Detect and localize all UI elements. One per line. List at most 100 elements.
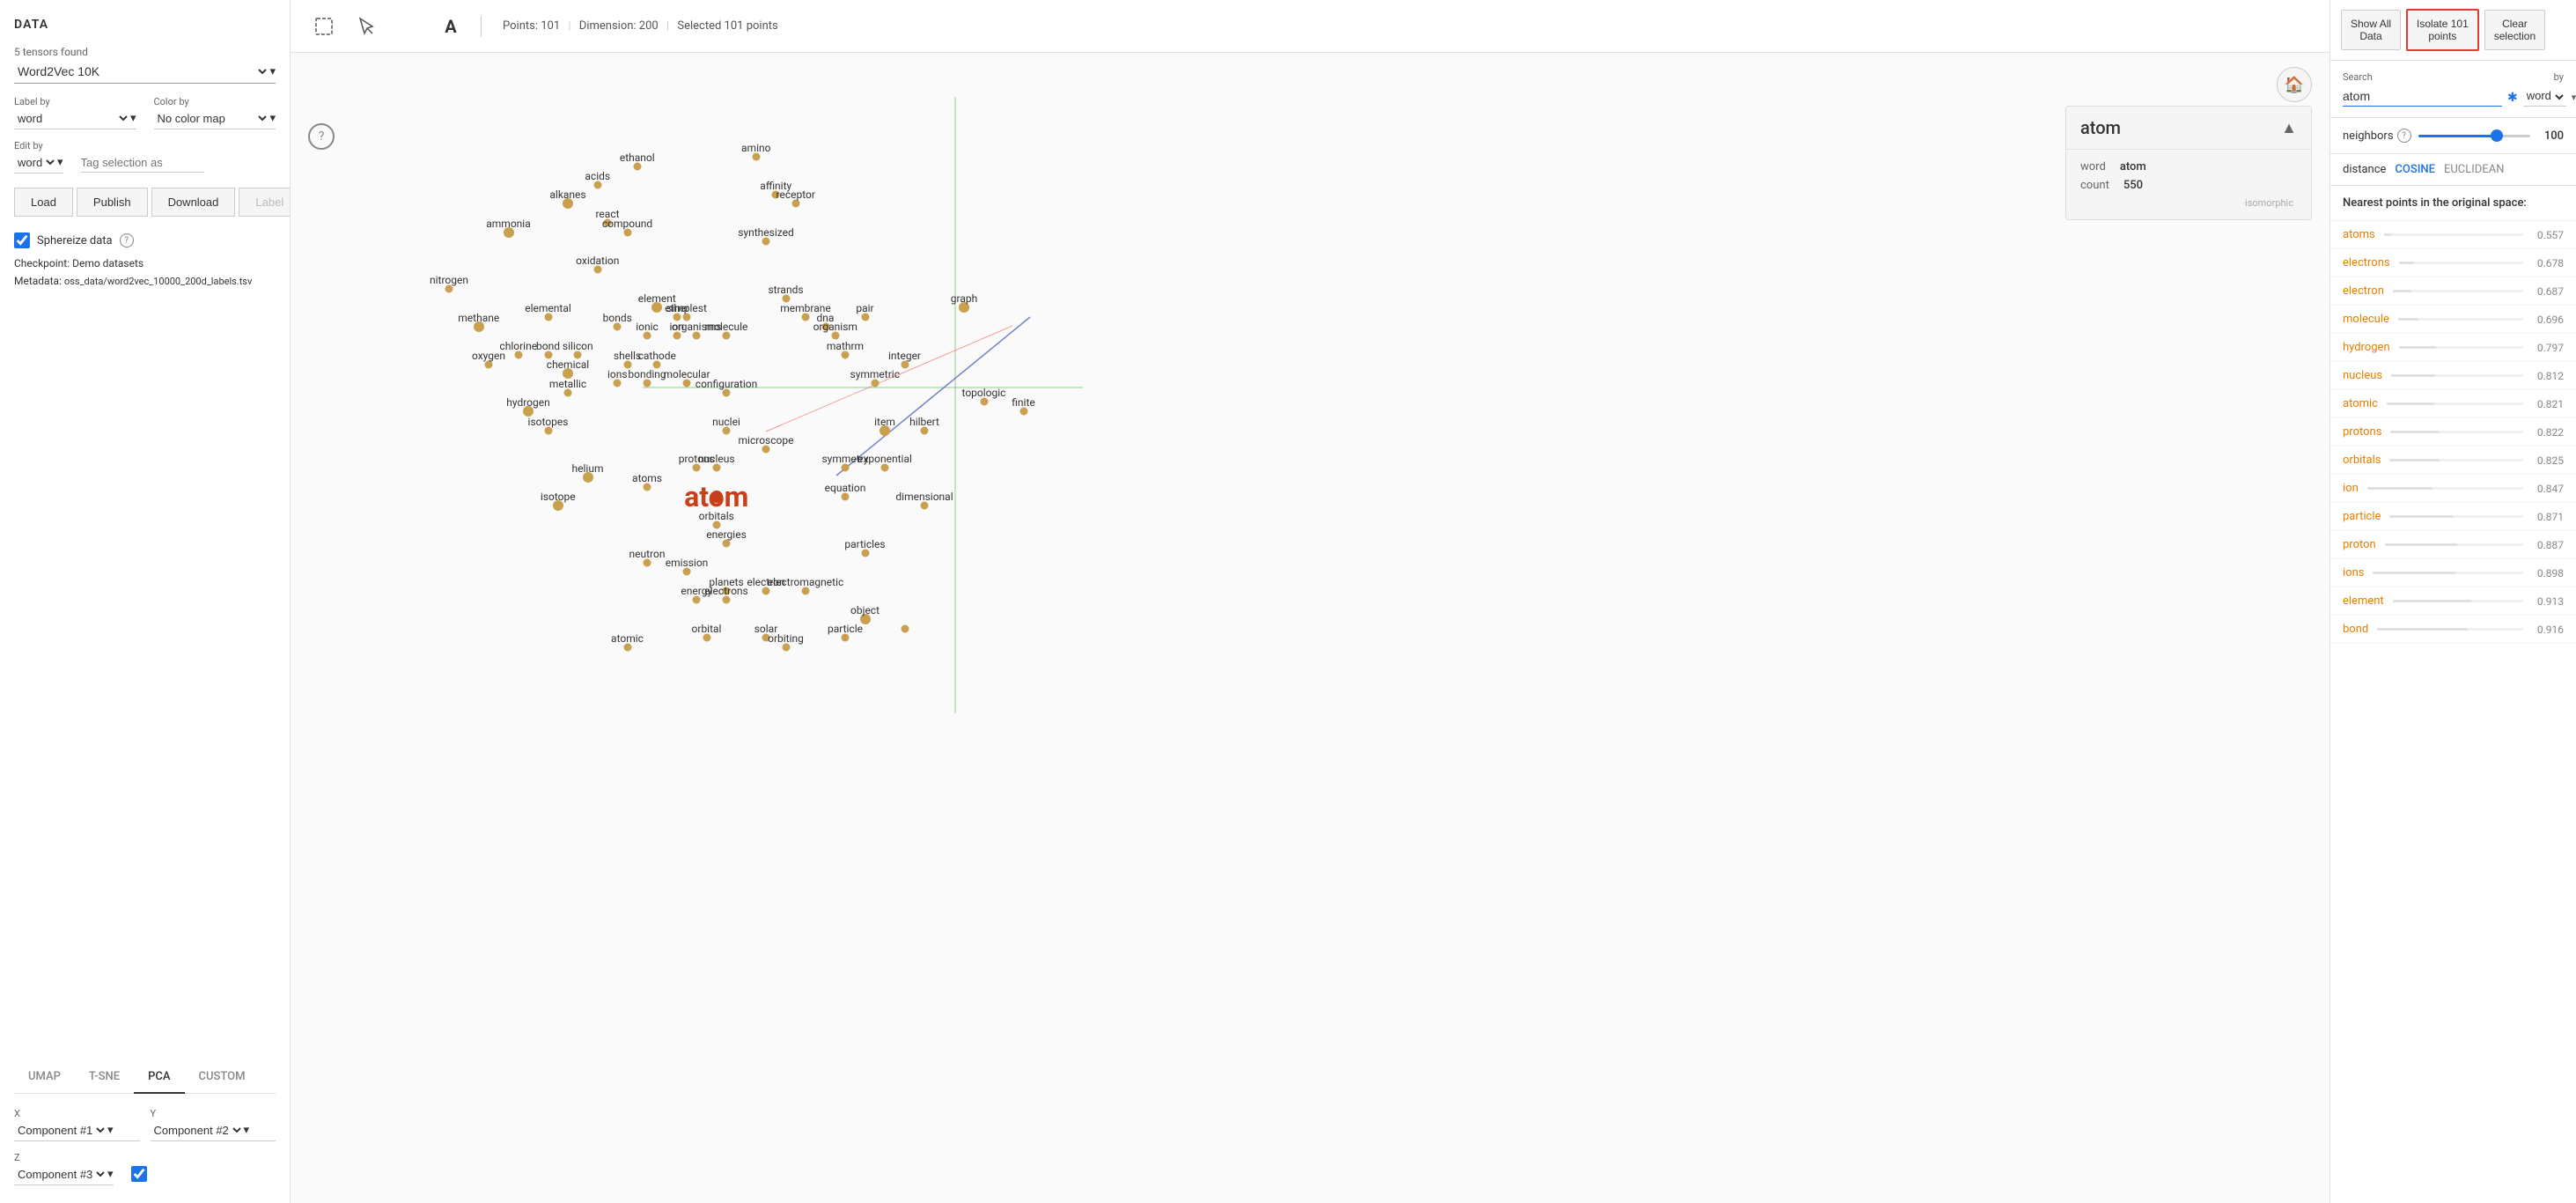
data-point[interactable]: [921, 502, 929, 510]
data-point[interactable]: [644, 332, 651, 340]
nearest-word-label[interactable]: molecule: [2343, 313, 2389, 326]
data-point[interactable]: [544, 314, 552, 321]
nearest-word-label[interactable]: bond: [2343, 623, 2368, 636]
data-point[interactable]: [514, 351, 522, 358]
nearest-word-label[interactable]: particle: [2343, 510, 2381, 523]
euclidean-option[interactable]: EUCLIDEAN: [2444, 163, 2505, 176]
data-point[interactable]: [831, 332, 839, 340]
data-point[interactable]: [644, 558, 651, 566]
data-point[interactable]: [593, 181, 601, 189]
data-point[interactable]: [693, 596, 701, 604]
neighbors-help-icon[interactable]: ?: [2397, 129, 2411, 143]
data-point[interactable]: [921, 426, 929, 434]
data-point[interactable]: [544, 351, 552, 358]
data-point[interactable]: [693, 464, 701, 472]
data-point[interactable]: [842, 492, 850, 500]
cosine-option[interactable]: COSINE: [2395, 163, 2435, 176]
nearest-list-item[interactable]: ion0.847: [2330, 475, 2576, 503]
color-by-select[interactable]: No color map: [154, 111, 270, 126]
data-point[interactable]: [693, 332, 701, 340]
nearest-word-label[interactable]: electron: [2343, 284, 2384, 298]
isolate-points-button[interactable]: Isolate 101 points: [2406, 9, 2479, 51]
nearest-word-label[interactable]: electrons: [2343, 256, 2390, 269]
selected-point[interactable]: [710, 491, 723, 503]
nearest-word-label[interactable]: orbitals: [2343, 454, 2381, 467]
data-point[interactable]: [723, 540, 731, 548]
data-point[interactable]: [901, 360, 909, 368]
data-point[interactable]: [614, 380, 622, 387]
help-button[interactable]: ?: [308, 123, 335, 150]
data-point[interactable]: [802, 314, 810, 321]
data-point[interactable]: [762, 446, 770, 454]
data-point[interactable]: [880, 425, 890, 436]
data-point[interactable]: [683, 314, 691, 321]
data-point[interactable]: [772, 190, 780, 198]
sphereize-help-icon[interactable]: ?: [120, 233, 134, 247]
tab-tsne[interactable]: T-SNE: [75, 1061, 134, 1094]
nearest-list-item[interactable]: electrons0.678: [2330, 249, 2576, 277]
nearest-word-label[interactable]: proton: [2343, 538, 2376, 551]
nearest-list-item[interactable]: proton0.887: [2330, 531, 2576, 559]
nearest-word-label[interactable]: atoms: [2343, 228, 2375, 241]
nearest-word-label[interactable]: atomic: [2343, 397, 2378, 410]
data-point[interactable]: [703, 634, 710, 642]
neighbors-slider[interactable]: [2418, 135, 2530, 137]
data-point[interactable]: [802, 587, 810, 594]
nearest-list-item[interactable]: electron0.687: [2330, 277, 2576, 306]
data-point[interactable]: [614, 322, 622, 330]
data-point[interactable]: [633, 162, 641, 170]
data-point[interactable]: [544, 426, 552, 434]
data-point[interactable]: [959, 302, 969, 313]
data-point[interactable]: [723, 388, 731, 396]
tab-custom[interactable]: CUSTOM: [185, 1061, 260, 1094]
search-input[interactable]: [2343, 89, 2502, 107]
search-by-select[interactable]: word: [2523, 88, 2566, 107]
data-point[interactable]: [683, 380, 691, 387]
data-point[interactable]: [1019, 408, 1027, 416]
data-point[interactable]: [644, 380, 651, 387]
data-point[interactable]: [673, 332, 681, 340]
data-point[interactable]: [842, 634, 850, 642]
nearest-list-item[interactable]: atoms0.557: [2330, 221, 2576, 249]
nearest-list-item[interactable]: atomic0.821: [2330, 390, 2576, 418]
download-button[interactable]: Download: [151, 188, 236, 217]
nearest-list-item[interactable]: hydrogen0.797: [2330, 334, 2576, 362]
nearest-list-item[interactable]: bond0.916: [2330, 616, 2576, 644]
z-axis-checkbox[interactable]: [131, 1166, 147, 1182]
nearest-list-item[interactable]: molecule0.696: [2330, 306, 2576, 334]
nearest-word-label[interactable]: element: [2343, 594, 2384, 608]
night-mode-icon[interactable]: [393, 11, 424, 42]
z-axis-select[interactable]: Component #3: [14, 1167, 107, 1182]
data-point[interactable]: [623, 360, 631, 368]
data-point[interactable]: [842, 464, 850, 472]
text-tool-icon[interactable]: A: [435, 11, 467, 42]
sphereize-checkbox[interactable]: [14, 232, 30, 248]
data-point[interactable]: [871, 380, 879, 387]
data-point[interactable]: [980, 398, 988, 406]
lasso-tool-icon[interactable]: [308, 11, 340, 42]
data-point[interactable]: [881, 464, 889, 472]
nearest-list-item[interactable]: nucleus0.812: [2330, 362, 2576, 390]
label-button[interactable]: Label: [239, 188, 291, 217]
data-point[interactable]: [782, 644, 790, 652]
data-point[interactable]: [683, 568, 691, 576]
nearest-word-label[interactable]: hydrogen: [2343, 341, 2390, 354]
data-point[interactable]: [821, 322, 829, 330]
publish-button[interactable]: Publish: [77, 188, 148, 217]
data-point[interactable]: [474, 321, 484, 332]
data-point[interactable]: [762, 634, 770, 642]
select-tool-icon[interactable]: [350, 11, 382, 42]
nearest-list-item[interactable]: ions0.898: [2330, 559, 2576, 587]
tab-umap[interactable]: UMAP: [14, 1061, 75, 1094]
data-point[interactable]: [723, 426, 731, 434]
edit-by-select[interactable]: word: [14, 155, 57, 170]
label-by-select[interactable]: word: [14, 111, 130, 126]
nearest-list-item[interactable]: orbitals0.825: [2330, 447, 2576, 475]
nearest-word-label[interactable]: ion: [2343, 482, 2359, 495]
data-point[interactable]: [762, 238, 770, 246]
data-point[interactable]: [583, 472, 593, 483]
data-point[interactable]: [574, 351, 582, 358]
data-point[interactable]: [623, 644, 631, 652]
data-point[interactable]: [723, 587, 731, 594]
x-axis-select[interactable]: Component #1: [14, 1123, 107, 1138]
